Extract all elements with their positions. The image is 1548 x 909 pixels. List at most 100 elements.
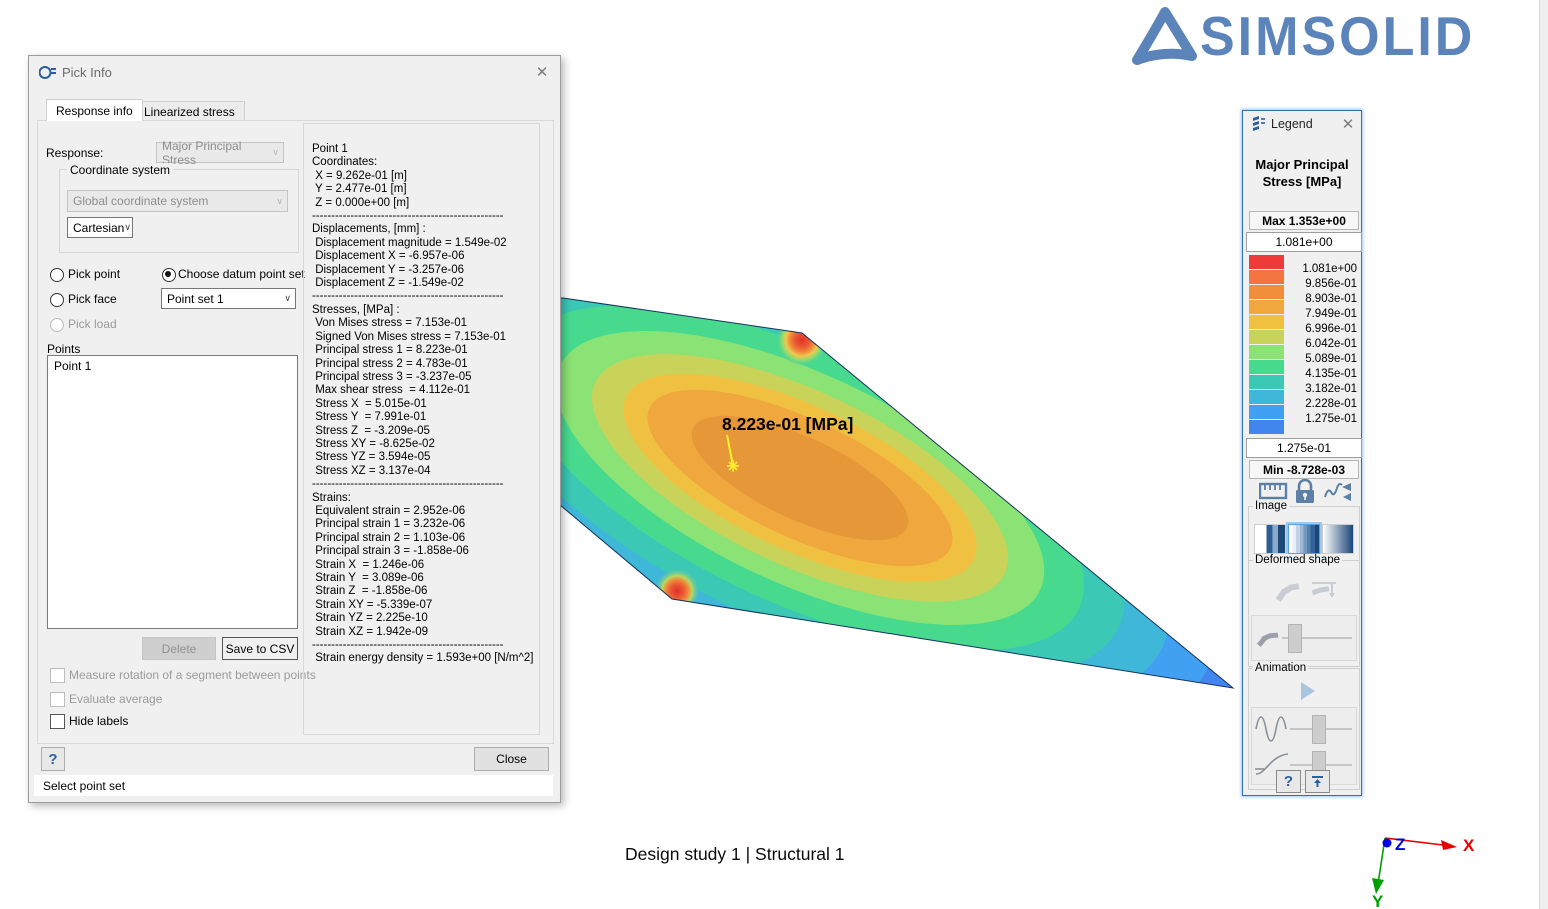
report-line: Strain XY = -5.339e-07 <box>312 599 539 612</box>
deformed-shape-icon[interactable] <box>1276 583 1300 601</box>
legend-band-row: 3.182e-01 <box>1249 375 1357 390</box>
ruler-icon[interactable] <box>1260 484 1286 498</box>
image-group <box>1248 506 1360 561</box>
legend-band-row: 2.228e-01 <box>1249 390 1357 405</box>
animation-slider-area <box>1251 707 1357 785</box>
report-line: ----------------------------------------… <box>312 639 539 652</box>
chevron-down-icon: ∨ <box>284 293 295 304</box>
tab-linearized-stress[interactable]: Linearized stress <box>134 101 245 121</box>
close-button[interactable]: Close <box>474 747 549 771</box>
legend-lower-bound-field[interactable]: 1.275e-01 <box>1246 438 1362 458</box>
report-line: Strain energy density = 1.593e+00 [N/m^2… <box>312 652 539 665</box>
simsolid-triangle-icon <box>1128 4 1200 70</box>
radio-choose-datum-point-set[interactable] <box>162 268 176 282</box>
radio-pick-point-label: Pick point <box>68 267 120 281</box>
animation-group <box>1248 668 1360 790</box>
play-icon[interactable] <box>1301 682 1315 700</box>
coordinate-system-dropdown[interactable]: Global coordinate system ∨ <box>67 190 288 212</box>
animation-slider-handle-1[interactable] <box>1312 715 1326 744</box>
report-line: Signed Von Mises stress = 7.153e-01 <box>312 331 539 344</box>
radio-pick-point[interactable] <box>50 268 64 282</box>
report-line: Strains: <box>312 492 539 505</box>
pick-info-titlebar[interactable]: Pick Info ✕ <box>29 56 560 89</box>
legend-band-row: 6.042e-01 <box>1249 330 1357 345</box>
legend-max-value: Max 1.353e+00 <box>1249 211 1359 230</box>
probe-path-icon[interactable] <box>1325 483 1351 501</box>
radio-pick-face-label: Pick face <box>68 292 117 306</box>
dialog-title: Pick Info <box>62 65 112 80</box>
point-set-dropdown[interactable]: Point set 1 ∨ <box>161 288 296 309</box>
report-line: Strain YZ = 2.225e-10 <box>312 612 539 625</box>
legend-color-swatch <box>1249 360 1284 374</box>
report-line: Equivalent strain = 2.952e-06 <box>312 505 539 518</box>
report-line: Stress XZ = 3.137e-04 <box>312 465 539 478</box>
window-right-edge <box>1539 0 1548 909</box>
legend-close-icon[interactable]: ✕ <box>1338 114 1358 134</box>
help-button[interactable]: ? <box>41 747 65 771</box>
radio-pick-load-label: Pick load <box>68 317 117 331</box>
save-to-csv-button[interactable]: Save to CSV <box>222 637 298 660</box>
image-group-label: Image <box>1253 500 1289 512</box>
delete-button[interactable]: Delete <box>142 637 216 660</box>
legend-band-row: 4.135e-01 <box>1249 360 1357 375</box>
legend-upper-bound-field[interactable]: 1.081e+00 <box>1246 232 1362 252</box>
legend-band-row <box>1249 420 1357 435</box>
report-line: Principal stress 2 = 4.783e-01 <box>312 358 539 371</box>
deformed-slider-handle[interactable] <box>1288 624 1302 653</box>
report-line: Stress Z = -3.209e-05 <box>312 425 539 438</box>
legend-color-swatch <box>1249 315 1284 329</box>
report-line: Principal strain 1 = 3.232e-06 <box>312 518 539 531</box>
legend-color-swatch <box>1249 255 1284 269</box>
coordinate-type-dropdown[interactable]: Cartesian ∨ <box>67 217 133 238</box>
report-line: Displacement X = -6.957e-06 <box>312 250 539 263</box>
checkbox-evaluate-average-label: Evaluate average <box>69 692 162 706</box>
image-style-2[interactable] <box>1288 524 1320 554</box>
legend-pin-button[interactable] <box>1305 770 1330 793</box>
axis-triad: X Y Z <box>1365 818 1495 909</box>
dialog-close-icon[interactable]: ✕ <box>532 62 552 82</box>
report-line: Principal stress 3 = -3.237e-05 <box>312 371 539 384</box>
checkbox-measure-rotation[interactable] <box>50 668 65 683</box>
list-item[interactable]: Point 1 <box>48 356 297 376</box>
status-text: Select point set <box>43 779 125 793</box>
radio-pick-load[interactable] <box>50 318 64 332</box>
legend-header[interactable]: Legend ✕ <box>1243 111 1361 137</box>
legend-color-swatch <box>1249 330 1284 344</box>
animation-label: Animation <box>1253 662 1308 674</box>
coordinate-system-label: Coordinate system <box>67 163 173 177</box>
report-line: Stress XY = -8.625e-02 <box>312 438 539 451</box>
points-listbox[interactable]: Point 1 <box>47 355 298 629</box>
radio-pick-face[interactable] <box>50 293 64 307</box>
radio-choose-datum-label: Choose datum point set <box>178 267 305 281</box>
stress-hotspot-top <box>776 314 828 366</box>
legend-band-row: 1.081e+00 <box>1249 255 1357 270</box>
response-dropdown[interactable]: Major Principal Stress ∨ <box>156 142 284 163</box>
legend-band-row: 9.856e-01 <box>1249 270 1357 285</box>
deformed-scale-icon[interactable] <box>1312 583 1336 598</box>
z-axis-label: Z <box>1395 835 1405 854</box>
checkbox-hide-labels[interactable] <box>50 714 65 729</box>
report-line: Displacements, [mm] : <box>312 223 539 236</box>
report-line: Stress YZ = 3.594e-05 <box>312 451 539 464</box>
image-style-1[interactable] <box>1254 524 1286 554</box>
stress-contour-plot[interactable]: 8.223e-01 [MPa] <box>540 278 1252 706</box>
report-line: Stresses, [MPa] : <box>312 304 539 317</box>
wave-amplitude-icon <box>1254 711 1292 745</box>
legend-help-button[interactable]: ? <box>1276 770 1301 793</box>
point-report-panel: Point 1 Coordinates: X = 9.262e-01 [m] Y… <box>303 123 540 735</box>
report-line: Strain XZ = 1.942e-09 <box>312 626 539 639</box>
checkbox-hide-labels-label: Hide labels <box>69 714 128 728</box>
deformed-amount-icon <box>1256 628 1280 648</box>
lock-icon[interactable] <box>1296 480 1314 503</box>
report-line: Von Mises stress = 7.153e-01 <box>312 317 539 330</box>
deformed-slider-area <box>1251 615 1357 661</box>
checkbox-evaluate-average[interactable] <box>50 692 65 707</box>
tab-response-info[interactable]: Response info <box>46 99 143 121</box>
x-axis-arrow <box>1441 840 1457 850</box>
dialog-status-bar: Select point set <box>34 775 553 796</box>
pick-info-dialog: Pick Info ✕ Response info Linearized str… <box>28 55 561 803</box>
study-caption: Design study 1 | Structural 1 <box>625 844 925 865</box>
y-axis-label: Y <box>1372 892 1384 909</box>
image-style-3[interactable] <box>1322 524 1354 554</box>
legend-color-scale: 1.081e+00 9.856e-01 8.903e-01 7.949e-01 … <box>1249 255 1357 435</box>
